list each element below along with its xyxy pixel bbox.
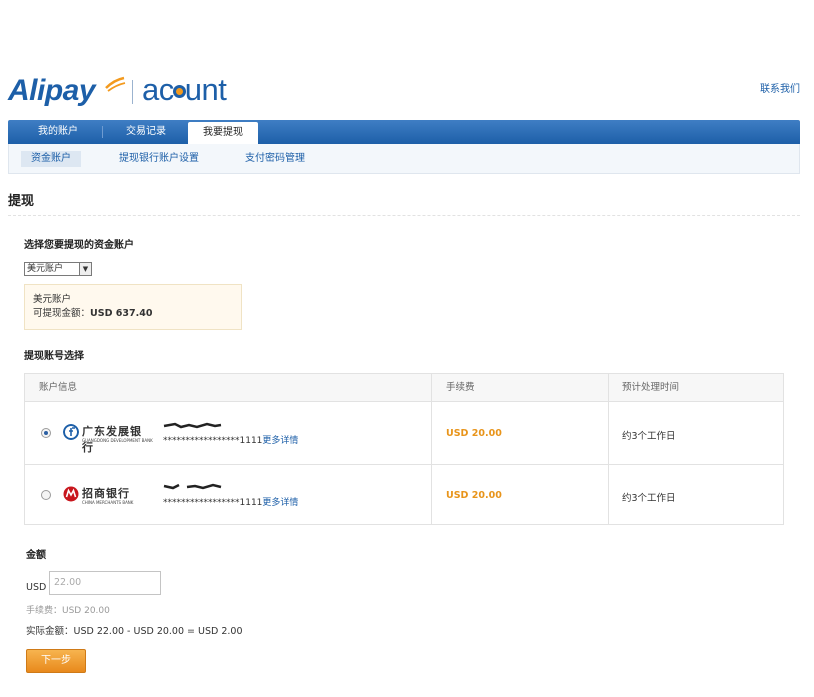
main-nav: 我的账户 交易记录 我要提现: [8, 120, 800, 144]
fee-value: USD 20.00: [446, 428, 502, 439]
processing-time: 约3个工作日: [622, 431, 676, 442]
balance-info: 美元账户 可提现金额：USD 637.40: [24, 284, 242, 330]
cmb-logo-icon: [63, 486, 79, 502]
bank-english-name: GUANGDONG DEVELOPMENT BANK: [82, 438, 153, 443]
actual-amount-label: 实际金额：: [26, 626, 74, 637]
header: Alipay ac unt 联系我们: [8, 72, 808, 112]
col-fee: 手续费: [446, 382, 475, 393]
account-radio[interactable]: [41, 428, 51, 438]
sub-nav: 资金账户 提现银行账户设置 支付密码管理: [8, 144, 800, 174]
account-mask: *****************1111: [163, 498, 263, 508]
actual-amount-calc: USD 22.00 - USD 20.00 = USD 2.00: [73, 626, 243, 637]
page-title: 提现: [8, 194, 35, 209]
account-radio[interactable]: [41, 490, 51, 500]
available-label: 可提现金额：: [33, 308, 91, 319]
account-choice-label: 提现账号选择: [24, 351, 84, 362]
col-processing-time: 预计处理时间: [622, 382, 680, 393]
bank-account-table: 账户信息 手续费 预计处理时间 广东发展银行 GUANGDONG DEVELOP…: [24, 373, 784, 525]
balance-account-name: 美元账户: [33, 294, 72, 305]
subnav-bank-settings[interactable]: 提现银行账户设置: [109, 151, 209, 167]
subnav-funds-account[interactable]: 资金账户: [21, 151, 81, 167]
bank-name: 招商银行: [82, 487, 130, 500]
amount-input[interactable]: 22.00: [49, 571, 161, 595]
table-row[interactable]: 招商银行 CHINA MERCHANTS BANK **************…: [25, 464, 783, 525]
logo-divider: [132, 80, 133, 104]
chevron-down-icon[interactable]: ▼: [79, 263, 91, 275]
subnav-password-management[interactable]: 支付密码管理: [235, 151, 315, 167]
bank-english-name: CHINA MERCHANTS BANK: [82, 500, 134, 505]
table-row[interactable]: 广东发展银行 GUANGDONG DEVELOPMENT BANK ******…: [25, 403, 783, 464]
nav-divider: [102, 126, 103, 138]
title-divider: [8, 215, 800, 216]
tab-transactions[interactable]: 交易记录: [106, 120, 186, 144]
account-select-value: 美元账户: [27, 264, 64, 274]
redacted-holder-name: [163, 422, 222, 429]
redacted-holder-name: [163, 483, 222, 490]
processing-time: 约3个工作日: [622, 493, 676, 504]
table-header: 账户信息 手续费 预计处理时间: [25, 374, 783, 402]
col-account-info: 账户信息: [39, 382, 78, 393]
tab-my-account[interactable]: 我的账户: [18, 120, 98, 144]
account-select[interactable]: 美元账户 ▼: [24, 262, 92, 276]
contact-us-link[interactable]: 联系我们: [760, 80, 800, 95]
next-step-button[interactable]: 下一步: [26, 649, 86, 673]
actual-amount: 实际金额：USD 22.00 - USD 20.00 = USD 2.00: [26, 623, 242, 637]
account-logo-part1: ac: [142, 72, 174, 107]
gdb-logo-icon: [63, 424, 79, 440]
account-mask: *****************1111: [163, 436, 263, 446]
alipay-logo: Alipay: [8, 74, 96, 107]
select-account-label: 选择您要提现的资金账户: [24, 240, 134, 251]
currency-label: USD: [26, 582, 47, 593]
balance-available: 可提现金额：USD 637.40: [33, 307, 233, 321]
account-number: *****************1111更多详情: [163, 495, 298, 508]
cmb-bank-logo: 招商银行 CHINA MERCHANTS BANK: [63, 485, 149, 507]
more-details-link[interactable]: 更多详情: [262, 498, 298, 508]
gdb-bank-logo: 广东发展银行 GUANGDONG DEVELOPMENT BANK: [63, 423, 153, 454]
fee-line: 手续费：USD 20.00: [26, 606, 110, 616]
more-details-link[interactable]: 更多详情: [262, 436, 298, 446]
amount-section-label: 金额: [26, 550, 46, 561]
account-logo-part2: unt: [184, 72, 227, 107]
fee-value: USD 20.00: [446, 490, 502, 501]
account-logo: ac unt: [142, 72, 227, 108]
alipay-swoosh-icon: [105, 76, 126, 92]
tab-withdraw[interactable]: 我要提现: [188, 122, 258, 144]
account-number: *****************1111更多详情: [163, 433, 298, 446]
available-amount: USD 637.40: [90, 308, 153, 319]
